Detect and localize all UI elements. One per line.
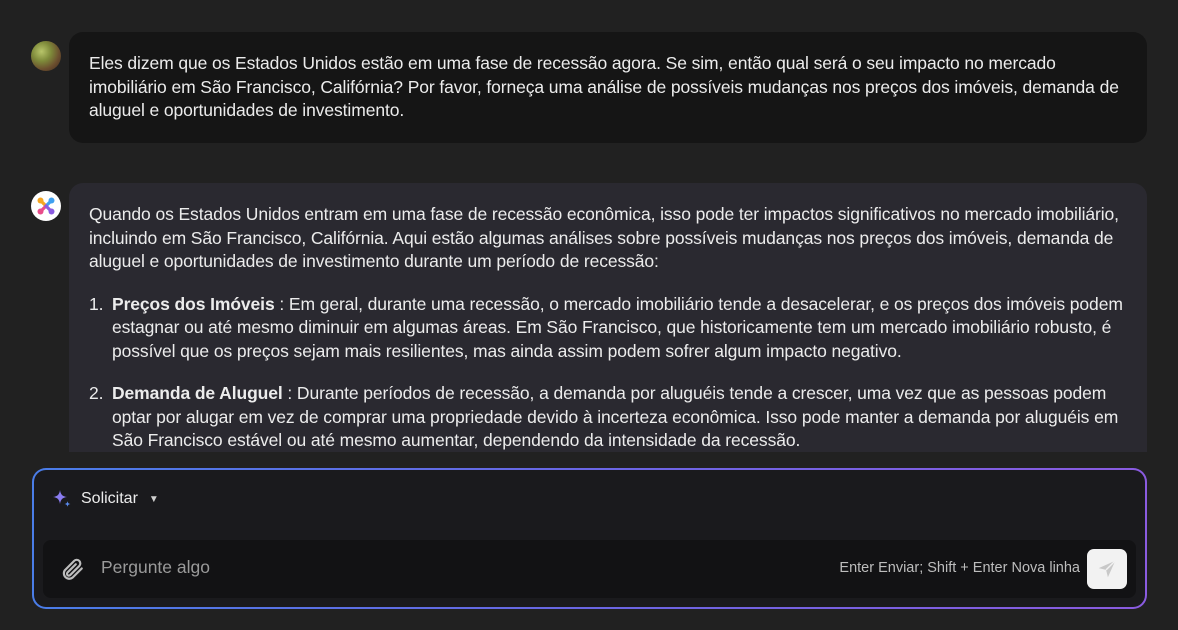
composer-panel: Solicitar ▼ Enter Enviar; Shift + Enter … (34, 470, 1145, 607)
list-item-body: Preços dos Imóveis : Em geral, durante u… (112, 293, 1127, 364)
assistant-intro-text: Quando os Estados Unidos entram em uma f… (89, 204, 1119, 271)
keyboard-hint: Enter Enviar; Shift + Enter Nova linha (839, 560, 1080, 576)
assistant-message-bubble: Quando os Estados Unidos entram em uma f… (69, 183, 1147, 452)
list-item-body: Demanda de Aluguel : Durante períodos de… (112, 382, 1127, 452)
input-row: Enter Enviar; Shift + Enter Nova linha (43, 540, 1136, 598)
list-item-number: 2. (89, 383, 104, 403)
assistant-list: 1. Preços dos Imóveis : Em geral, durant… (89, 293, 1127, 453)
list-item: 1. Preços dos Imóveis : Em geral, durant… (89, 293, 1127, 364)
assistant-avatar (31, 191, 61, 221)
chat-area: Eles dizem que os Estados Unidos estão e… (0, 0, 1178, 452)
paper-plane-icon (1098, 560, 1116, 578)
paperclip-icon[interactable] (59, 556, 85, 582)
mode-label: Solicitar (81, 490, 138, 507)
user-message-bubble: Eles dizem que os Estados Unidos estão e… (69, 32, 1147, 143)
list-item: 2. Demanda de Aluguel : Durante períodos… (89, 382, 1127, 452)
caret-down-icon: ▼ (148, 493, 159, 505)
send-button[interactable] (1087, 549, 1127, 589)
prompt-input[interactable] (101, 553, 701, 581)
list-item-title: Demanda de Aluguel (112, 383, 283, 403)
user-avatar (31, 41, 61, 71)
user-message-text: Eles dizem que os Estados Unidos estão e… (89, 53, 1119, 120)
list-item-number: 1. (89, 293, 104, 314)
assistant-logo-icon (37, 197, 55, 215)
list-item-title: Preços dos Imóveis (112, 293, 275, 314)
mode-dropdown[interactable]: Solicitar ▼ (52, 488, 159, 510)
sparkle-icon (53, 490, 71, 507)
composer: Solicitar ▼ Enter Enviar; Shift + Enter … (32, 468, 1147, 609)
